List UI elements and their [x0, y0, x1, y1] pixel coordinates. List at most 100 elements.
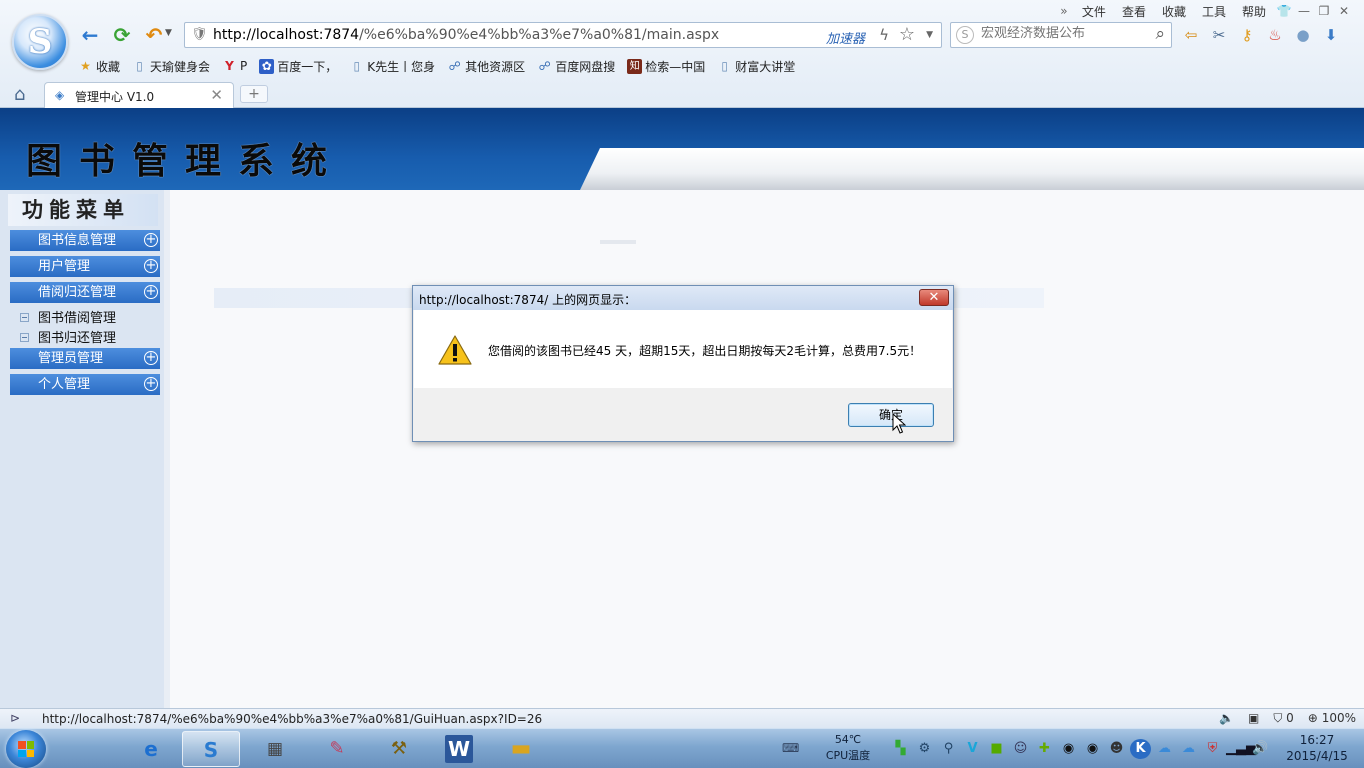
tray-qq-icon[interactable]: ◉ [1058, 739, 1079, 759]
security-shield-icon: 🛡 [191, 27, 208, 42]
tray-v-icon[interactable]: V [962, 739, 983, 759]
new-tab-button[interactable]: + [240, 85, 268, 103]
menu-favorites[interactable]: 收藏 [1154, 3, 1194, 20]
search-icon[interactable]: ⌕ [1155, 24, 1165, 44]
minimize-icon[interactable]: — [1294, 4, 1314, 18]
taskbar-app-icon[interactable]: ▦ [246, 731, 304, 767]
sound-icon[interactable]: 🔈 [1219, 711, 1234, 726]
tray-signal-icon[interactable]: ▁▃▅ [1226, 739, 1256, 759]
key-icon[interactable]: ⚷ [1236, 24, 1258, 46]
undo-icon[interactable]: ↶ [142, 24, 166, 46]
tray-chat-icon[interactable]: ☁ [1178, 739, 1199, 759]
download-icon[interactable]: ⬇ [1320, 24, 1342, 46]
submenu-book-return[interactable]: 图书归还管理 [20, 327, 116, 346]
tab-main[interactable]: ◈ 管理中心 V1.0 ✕ [44, 82, 234, 108]
submenu-book-borrow[interactable]: 图书借阅管理 [20, 307, 116, 326]
sidebar-toggle-icon[interactable]: ⇦ [1180, 24, 1202, 46]
link-icon: ☍ [538, 58, 551, 73]
back-arrow-icon[interactable]: ← [78, 24, 102, 46]
main-content [176, 190, 1364, 708]
taskbar-word-icon[interactable]: W [430, 731, 488, 767]
windows-flag-icon [18, 741, 34, 757]
tray-plus-icon[interactable]: ✚ [1034, 739, 1055, 759]
expand-plus-icon[interactable]: + [144, 377, 158, 391]
tray-qq2-icon[interactable]: ◉ [1082, 739, 1103, 759]
bookmark-item[interactable]: ▯ 天瑜健身会 [132, 58, 210, 75]
bookmark-item[interactable]: ☍ 百度网盘搜 [537, 58, 616, 75]
menu-tools[interactable]: 工具 [1194, 3, 1234, 20]
menu-admin[interactable]: 管理员管理 + [10, 348, 160, 369]
dialog-close-button[interactable]: ✕ [919, 289, 949, 306]
address-bar[interactable]: 🛡 http://localhost:7874/%e6%ba%90%e4%bb%… [184, 22, 942, 48]
windows-taskbar: e S ▦ ✎ ⚒ W ▬ ⌨ 54℃ CPU温度 ▚ ⚙ ⚲ V ■ ☺ ✚ … [0, 728, 1364, 768]
start-button[interactable] [6, 730, 46, 768]
tray-cloud-icon[interactable]: ☁ [1154, 739, 1175, 759]
close-window-icon[interactable]: ✕ [1334, 4, 1354, 18]
bookmark-item[interactable]: ▯ 财富大讲堂 [717, 58, 795, 75]
tray-volume-icon[interactable]: 🔊 [1250, 739, 1271, 759]
tab-bar: ⌂ ◈ 管理中心 V1.0 ✕ + [0, 80, 1364, 108]
chat-icon[interactable]: ● [1292, 24, 1314, 46]
keyboard-icon[interactable]: ⌨ [782, 741, 799, 755]
close-tab-icon[interactable]: ✕ [210, 86, 223, 104]
bookmark-favorites[interactable]: ★ 收藏 [78, 58, 120, 75]
zhi-icon: 知 [627, 58, 643, 74]
tray-k-icon[interactable]: K [1130, 739, 1151, 759]
restore-icon[interactable]: ❐ [1314, 4, 1334, 18]
accelerator-label[interactable]: 加速器 [826, 28, 865, 47]
refresh-icon[interactable]: ⟳ [110, 24, 134, 46]
tray-network-icon[interactable]: ⚙ [914, 739, 935, 759]
menu-view[interactable]: 查看 [1114, 3, 1154, 20]
expand-plus-icon[interactable]: + [144, 285, 158, 299]
menu-personal[interactable]: 个人管理 + [10, 374, 160, 395]
menu-book-info[interactable]: 图书信息管理 + [10, 230, 160, 251]
home-icon[interactable]: ⌂ [14, 84, 25, 105]
bookmark-item[interactable]: ▯ K先生丨您身 [349, 58, 435, 75]
bookmark-item[interactable]: YP [222, 59, 247, 74]
zoom-indicator[interactable]: ⊕ 100% [1308, 711, 1356, 726]
search-engine-icon[interactable]: S [956, 26, 974, 44]
taskbar-ie-icon[interactable]: e [122, 731, 180, 767]
search-box[interactable]: S ⌕ [950, 22, 1172, 48]
more-chevron-icon[interactable]: » [1054, 4, 1074, 18]
banner-white-strip [580, 148, 1364, 190]
taskbar-folder-icon[interactable]: ▬ [492, 731, 550, 767]
adblock-icon: ⛉ [1273, 711, 1283, 725]
address-dropdown-icon[interactable]: ▼ [926, 30, 933, 40]
tray-usb-icon[interactable]: ⚲ [938, 739, 959, 759]
taskbar-settings-icon[interactable]: ⚒ [370, 731, 428, 767]
search-input[interactable] [981, 26, 1141, 41]
bookmark-item[interactable]: ✿ 百度一下， [259, 58, 337, 75]
tray-nvidia-icon[interactable]: ■ [986, 739, 1007, 759]
menu-help[interactable]: 帮助 [1234, 3, 1274, 20]
undo-dropdown-icon[interactable]: ▼ [165, 28, 172, 38]
tray-shield-icon[interactable]: ⛨ [1202, 739, 1223, 759]
expand-plus-icon[interactable]: + [144, 233, 158, 247]
screenshot-icon[interactable]: ▣ [1248, 711, 1259, 726]
weibo-icon[interactable]: ♨ [1264, 24, 1286, 46]
expand-plus-icon[interactable]: + [144, 259, 158, 273]
browser-logo-icon[interactable]: S [12, 14, 68, 70]
taskbar-browser-icon[interactable]: S [182, 731, 240, 767]
ok-button[interactable]: 确定 [848, 403, 934, 427]
taskbar-tools-icon[interactable]: ✎ [308, 731, 366, 767]
adblock-indicator[interactable]: ⛉ 0 [1273, 711, 1293, 726]
menu-user[interactable]: 用户管理 + [10, 256, 160, 277]
star-favorite-icon[interactable]: ☆ [899, 24, 915, 45]
taskbar-clock[interactable]: 16:27 2015/4/15 [1282, 732, 1352, 764]
dialog-title: http://localhost:7874/ 上的网页显示： [419, 293, 637, 307]
menu-borrow-return[interactable]: 借阅归还管理 + [10, 282, 160, 303]
expand-plus-icon[interactable]: + [144, 351, 158, 365]
address-url[interactable]: http://localhost:7874/%e6%ba%90%e4%bb%a3… [213, 27, 719, 43]
lightning-icon[interactable]: ϟ [879, 26, 889, 44]
browser-status-bar: ⊳ http://localhost:7874/%e6%ba%90%e4%bb%… [0, 708, 1364, 728]
tray-person-icon[interactable]: ☻ [1106, 739, 1127, 759]
tray-user-icon[interactable]: ☺ [1010, 739, 1031, 759]
tray-monitor-icon[interactable]: ▚ [890, 739, 911, 759]
menu-file[interactable]: 文件 [1074, 3, 1114, 20]
bookmark-item[interactable]: 知检索—中国 [627, 58, 705, 75]
skin-shirt-icon[interactable]: 👕 [1274, 4, 1294, 18]
scissors-icon[interactable]: ✂ [1208, 24, 1230, 46]
bookmark-item[interactable]: ☍ 其他资源区 [447, 58, 526, 75]
sidebar-toggle-icon[interactable]: ⊳ [10, 711, 20, 725]
